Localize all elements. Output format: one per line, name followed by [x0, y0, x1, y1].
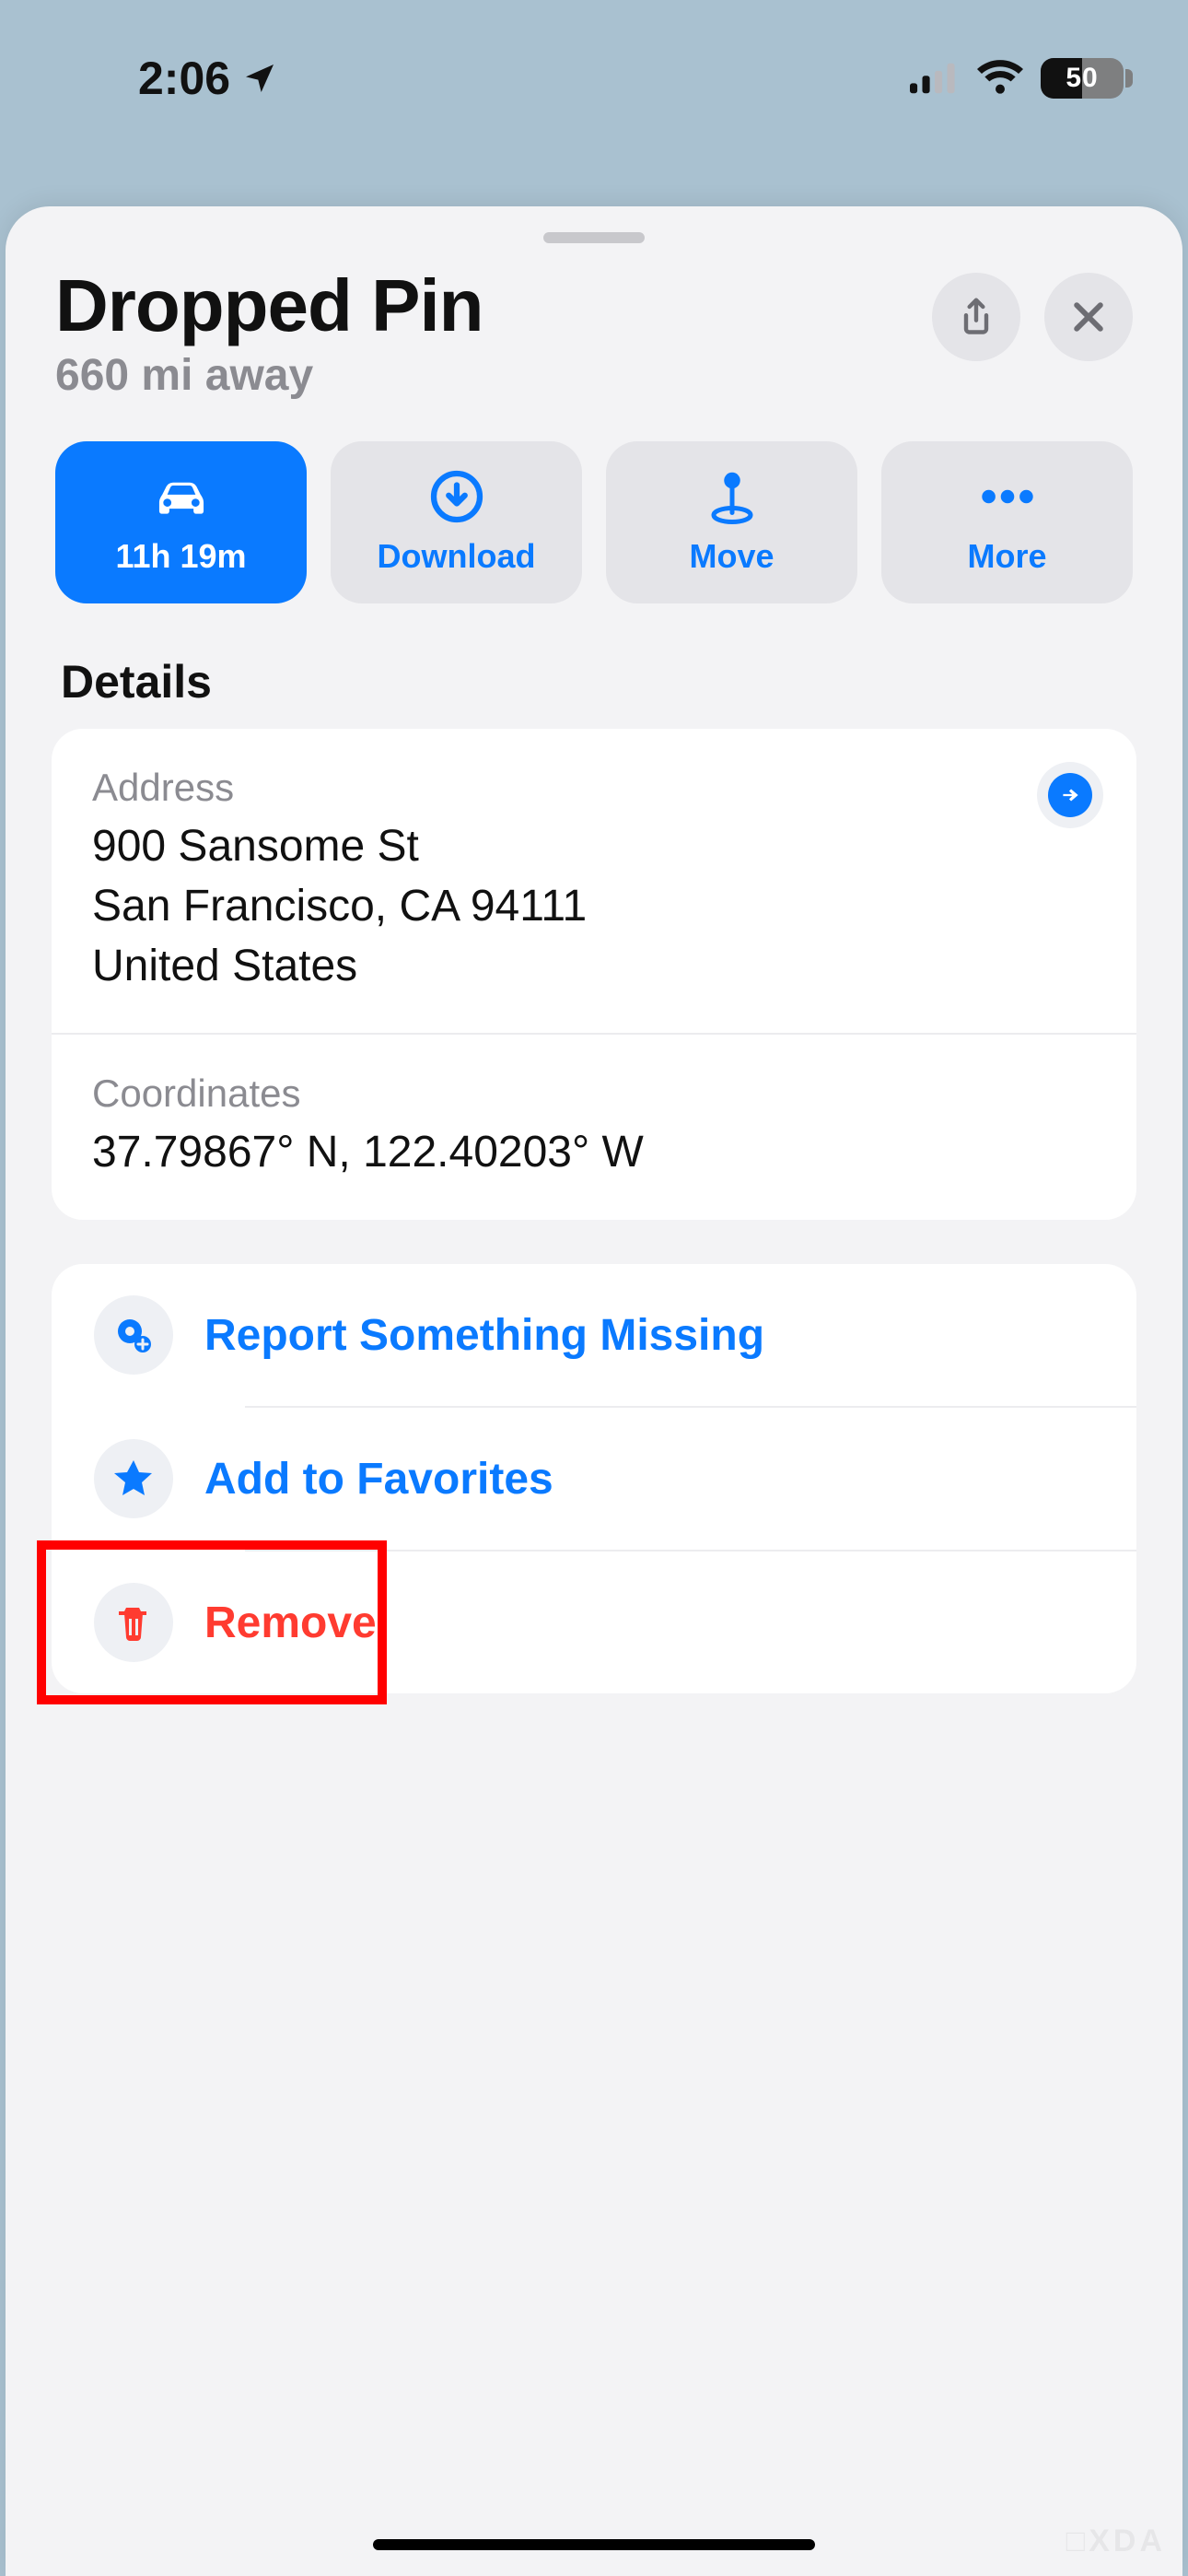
status-right: 50: [910, 58, 1124, 99]
close-button[interactable]: [1044, 273, 1133, 361]
status-time: 2:06: [138, 52, 230, 105]
favorite-label: Add to Favorites: [204, 1454, 553, 1505]
arrow-icon: [1058, 783, 1082, 807]
close-icon: [1068, 297, 1109, 337]
page-subtitle: 660 mi away: [55, 350, 932, 401]
download-icon: [425, 469, 489, 524]
details-card: Address 900 Sansome St San Francisco, CA…: [52, 729, 1136, 1220]
address-row[interactable]: Address 900 Sansome St San Francisco, CA…: [52, 729, 1136, 1033]
place-sheet[interactable]: Dropped Pin 660 mi away 11h 19m: [6, 206, 1182, 2576]
sheet-header: Dropped Pin 660 mi away: [6, 267, 1182, 401]
directions-button[interactable]: 11h 19m: [55, 441, 307, 603]
more-button[interactable]: More: [881, 441, 1133, 603]
report-label: Report Something Missing: [204, 1310, 764, 1361]
status-left: 2:06: [138, 52, 278, 105]
report-missing-button[interactable]: Report Something Missing: [52, 1264, 1136, 1406]
share-button[interactable]: [932, 273, 1020, 361]
location-services-icon: [241, 60, 278, 97]
pin-icon: [700, 469, 764, 524]
actions-card: Report Something Missing Add to Favorite…: [52, 1264, 1136, 1693]
battery-icon: 50: [1041, 58, 1124, 99]
move-label: Move: [689, 537, 774, 576]
address-directions-button[interactable]: [1037, 762, 1103, 828]
remove-pin-button[interactable]: Remove: [52, 1551, 1136, 1693]
report-icon: [94, 1295, 173, 1375]
address-line1: 900 Sansome St: [92, 817, 1096, 877]
address-line2: San Francisco, CA 94111: [92, 877, 1096, 937]
download-button[interactable]: Download: [331, 441, 582, 603]
home-indicator[interactable]: [373, 2539, 815, 2550]
battery-percent: 50: [1041, 58, 1124, 99]
wifi-icon: [976, 60, 1024, 97]
watermark: □XDA: [1066, 2523, 1166, 2559]
add-favorite-button[interactable]: Add to Favorites: [52, 1408, 1136, 1550]
coordinates-row[interactable]: Coordinates 37.79867° N, 122.40203° W: [52, 1033, 1136, 1220]
star-icon: [94, 1439, 173, 1518]
sheet-grabber[interactable]: [543, 232, 645, 243]
remove-label: Remove: [204, 1598, 377, 1648]
address-label: Address: [92, 766, 1096, 810]
address-line3: United States: [92, 937, 1096, 997]
details-heading: Details: [6, 603, 1182, 729]
more-icon: [975, 469, 1040, 524]
download-label: Download: [378, 537, 536, 576]
coordinates-label: Coordinates: [92, 1071, 1096, 1116]
more-label: More: [967, 537, 1046, 576]
share-icon: [956, 297, 996, 337]
cellular-icon: [910, 63, 960, 94]
action-row: 11h 19m Download Move More: [6, 401, 1182, 603]
page-title: Dropped Pin: [55, 267, 932, 345]
car-icon: [149, 469, 214, 524]
coordinates-value: 37.79867° N, 122.40203° W: [92, 1123, 1096, 1183]
trash-icon: [94, 1583, 173, 1662]
status-bar: 2:06 50: [0, 0, 1188, 157]
move-pin-button[interactable]: Move: [606, 441, 857, 603]
directions-eta: 11h 19m: [115, 537, 246, 576]
